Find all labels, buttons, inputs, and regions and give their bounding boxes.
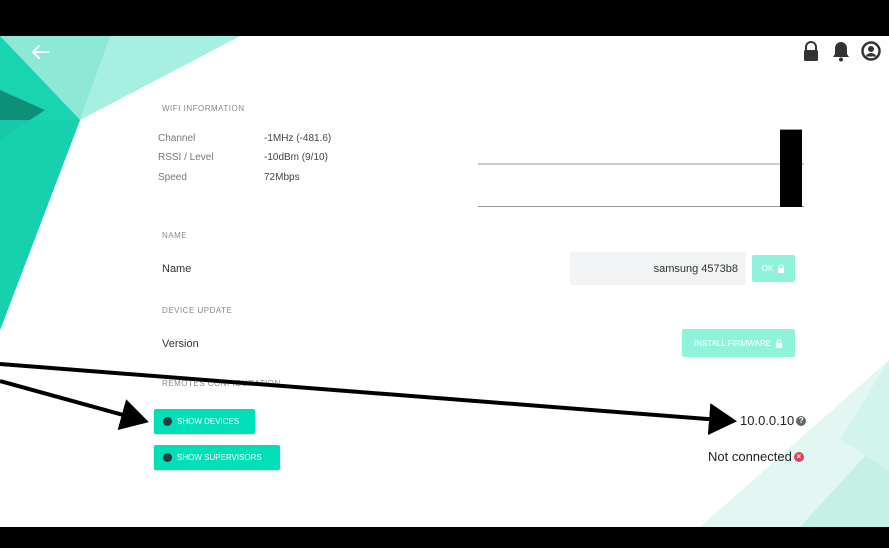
install-firmware-button[interactable]: INSTALL FIRMWARE bbox=[682, 329, 795, 357]
plus-circle-icon bbox=[163, 453, 172, 462]
signal-level-bar bbox=[780, 129, 802, 207]
remotes-section-title: REMOTES CONFIGURATION bbox=[162, 379, 281, 388]
wifi-speed-label: Speed bbox=[158, 172, 187, 183]
ip-address: 10.0.0.10 ? bbox=[740, 413, 807, 428]
help-icon[interactable]: ? bbox=[796, 415, 807, 426]
wifi-channel-value: -1MHz (-481.6) bbox=[264, 133, 332, 144]
lock-icon bbox=[776, 339, 783, 348]
signal-graph bbox=[478, 129, 804, 207]
wifi-section-title: WIFI INFORMATION bbox=[162, 104, 245, 113]
top-toolbar bbox=[801, 40, 881, 62]
show-supervisors-button[interactable]: SHOW SUPERVISORS bbox=[154, 445, 280, 470]
bell-icon[interactable] bbox=[831, 40, 851, 62]
ok-label: OK bbox=[761, 264, 774, 273]
device-update-section-title: DEVICE UPDATE bbox=[162, 306, 233, 315]
name-section-title: NAME bbox=[162, 231, 188, 240]
lock-icon[interactable] bbox=[801, 40, 821, 62]
lock-icon bbox=[778, 264, 785, 273]
name-field[interactable] bbox=[570, 252, 746, 285]
error-icon: × bbox=[793, 451, 804, 462]
connection-status: Not connected × bbox=[708, 449, 804, 464]
wifi-rssi-label: RSSI / Level bbox=[158, 152, 214, 163]
wifi-speed-value: 72Mbps bbox=[264, 172, 300, 183]
version-label: Version bbox=[162, 338, 199, 350]
account-icon[interactable] bbox=[861, 40, 881, 62]
show-devices-label: SHOW DEVICES bbox=[177, 417, 240, 426]
install-firmware-label: INSTALL FIRMWARE bbox=[693, 338, 772, 348]
status-text: Not connected bbox=[708, 449, 792, 464]
top-black-bar bbox=[0, 0, 889, 36]
show-supervisors-label: SHOW SUPERVISORS bbox=[177, 453, 262, 462]
ip-value: 10.0.0.10 bbox=[740, 413, 795, 428]
plus-circle-icon bbox=[163, 417, 172, 426]
bottom-black-bar bbox=[0, 527, 889, 548]
name-label: Name bbox=[162, 263, 192, 275]
wifi-channel-label: Channel bbox=[158, 133, 196, 144]
ok-button[interactable]: OK bbox=[752, 255, 795, 282]
show-devices-button[interactable]: SHOW DEVICES bbox=[154, 409, 255, 434]
wifi-rssi-value: -10dBm (9/10) bbox=[264, 152, 328, 163]
back-arrow-icon[interactable] bbox=[28, 40, 52, 64]
